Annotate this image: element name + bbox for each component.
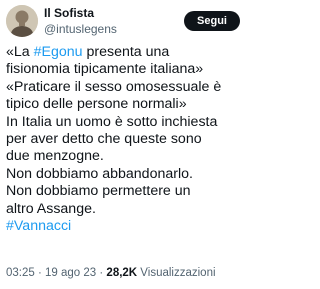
tweet-line: Non dobbiamo permettere un xyxy=(6,183,191,200)
avatar-portrait-icon xyxy=(6,5,38,37)
tweet-text-segment: presenta una xyxy=(82,44,170,60)
tweet-line: «La #Egonu presenta una xyxy=(6,44,248,61)
tweet-line: Non dobbiamo abbandonarlo. xyxy=(6,165,193,182)
follow-button[interactable]: Segui xyxy=(184,11,240,31)
tweet-text: «La #Egonu presenta una fisionomia tipic… xyxy=(6,44,248,235)
tweet-line: altro Assange. xyxy=(6,200,96,217)
tweet-line: #Vannacci xyxy=(6,218,248,235)
tweet-header: Il Sofista @intuslegens Segui xyxy=(4,3,248,39)
tweet-text-segment: «La xyxy=(6,44,34,60)
tweet-line: due menzogne. xyxy=(6,148,104,165)
tweet-line: per aver detto che queste sono xyxy=(6,131,202,148)
avatar[interactable] xyxy=(6,5,38,37)
meta-separator: · xyxy=(34,267,46,279)
tweet-line: tipico delle persone normali» xyxy=(6,96,187,113)
tweet-meta: 03:25 · 19 ago 23 · 28,2K Visualizzazion… xyxy=(6,267,216,279)
hashtag-egonu[interactable]: #Egonu xyxy=(34,44,83,60)
hashtag-vannacci[interactable]: #Vannacci xyxy=(6,218,71,234)
tweet-card: Il Sofista @intuslegens Segui «La #Egonu… xyxy=(0,0,250,289)
tweet-time[interactable]: 03:25 xyxy=(6,267,35,279)
author-name[interactable]: Il Sofista xyxy=(44,6,94,20)
tweet-line: «Praticare il sesso omosessuale è xyxy=(6,78,222,95)
views-count[interactable]: 28,2K xyxy=(106,267,137,279)
meta-separator: · xyxy=(96,267,107,279)
tweet-date[interactable]: 19 ago 23 xyxy=(45,267,96,279)
views-label: Visualizzazioni xyxy=(137,267,216,279)
tweet-line: In Italia un uomo è sotto inchiesta xyxy=(6,113,218,130)
tweet-line: fisionomia tipicamente italiana» xyxy=(6,61,204,78)
author-handle[interactable]: @intuslegens xyxy=(44,22,117,36)
